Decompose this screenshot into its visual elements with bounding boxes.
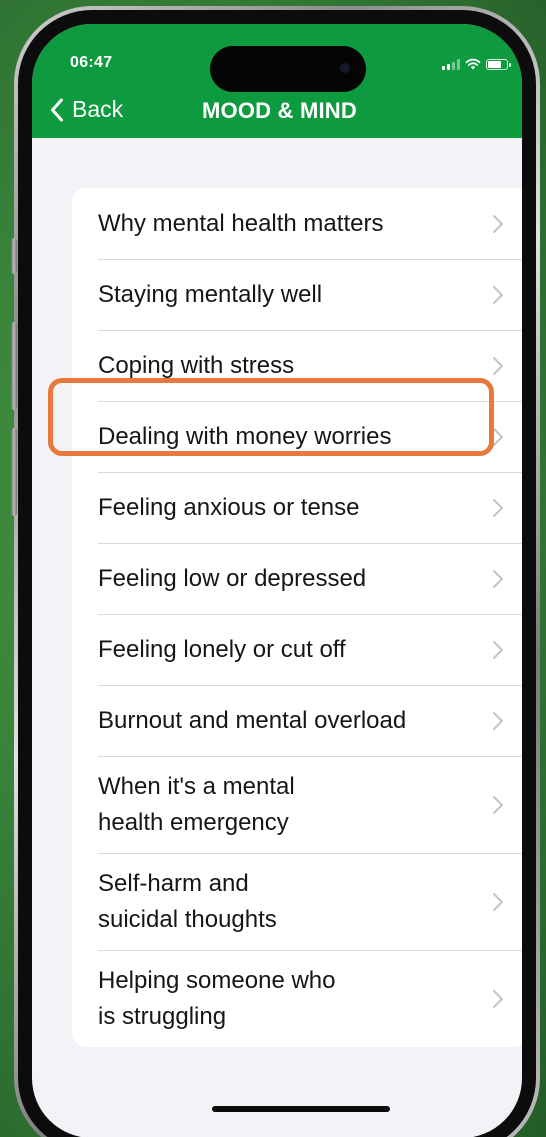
back-button[interactable]: Back [50,96,123,123]
back-label: Back [72,96,124,122]
chevron-right-icon [493,640,503,659]
list-item-label: Helping someone who is struggling [98,966,336,1030]
volume-down-button [11,428,17,516]
home-indicator[interactable] [212,1106,390,1112]
list-item-label: Staying mentally well [98,280,323,308]
chevron-right-icon [493,356,503,375]
list-item-why-mental-health-matters[interactable]: Why mental health matters [72,188,522,259]
list-item-label: Feeling lonely or cut off [98,635,346,663]
list-item-label: When it's a mental health emergency [98,772,295,836]
page-title: MOOD & MIND [202,98,357,123]
topic-list: Why mental health matters Staying mental… [72,188,522,1047]
list-item-mental-health-emergency[interactable]: When it's a mental health emergency [72,756,522,853]
status-icons [442,58,511,70]
nav-header: 06:47 Back MOOD & MIND [32,24,522,138]
wifi-icon [465,58,481,70]
list-item-label: Coping with stress [98,351,295,379]
list-item-feeling-low[interactable]: Feeling low or depressed [72,543,522,614]
list-item-feeling-lonely[interactable]: Feeling lonely or cut off [72,614,522,685]
list-item-dealing-with-money-worries[interactable]: Dealing with money worries [72,401,522,472]
camera-icon [340,63,350,73]
list-item-staying-mentally-well[interactable]: Staying mentally well [72,259,522,330]
list-item-label: Why mental health matters [98,209,384,237]
chevron-right-icon [493,711,503,730]
chevron-left-icon [51,98,63,121]
action-button [11,238,17,274]
chevron-right-icon [493,214,503,233]
list-item-coping-with-stress[interactable]: Coping with stress [72,330,522,401]
signal-icon [442,58,460,70]
app-screen: 06:47 Back MOOD & MIND Why mental health… [32,24,522,1137]
chevron-right-icon [493,427,503,446]
chevron-right-icon [493,892,503,911]
phone-frame: 06:47 Back MOOD & MIND Why mental health… [14,6,540,1137]
chevron-right-icon [493,795,503,814]
list-item-burnout[interactable]: Burnout and mental overload [72,685,522,756]
list-item-label: Dealing with money worries [98,422,392,450]
list-item-self-harm[interactable]: Self-harm and suicidal thoughts [72,853,522,950]
list-item-feeling-anxious[interactable]: Feeling anxious or tense [72,472,522,543]
list-item-helping-someone[interactable]: Helping someone who is struggling [72,950,522,1047]
list-item-label: Feeling anxious or tense [98,493,360,521]
volume-up-button [11,322,17,410]
chevron-right-icon [493,498,503,517]
dynamic-island [210,46,366,92]
battery-icon [486,58,511,70]
status-time: 06:47 [70,54,113,71]
list-item-label: Feeling low or depressed [98,564,367,592]
phone-bezel: 06:47 Back MOOD & MIND Why mental health… [18,10,536,1137]
list-item-label: Burnout and mental overload [98,706,407,734]
chevron-right-icon [493,285,503,304]
list-item-label: Self-harm and suicidal thoughts [98,869,277,933]
chevron-right-icon [493,989,503,1008]
chevron-right-icon [493,569,503,588]
